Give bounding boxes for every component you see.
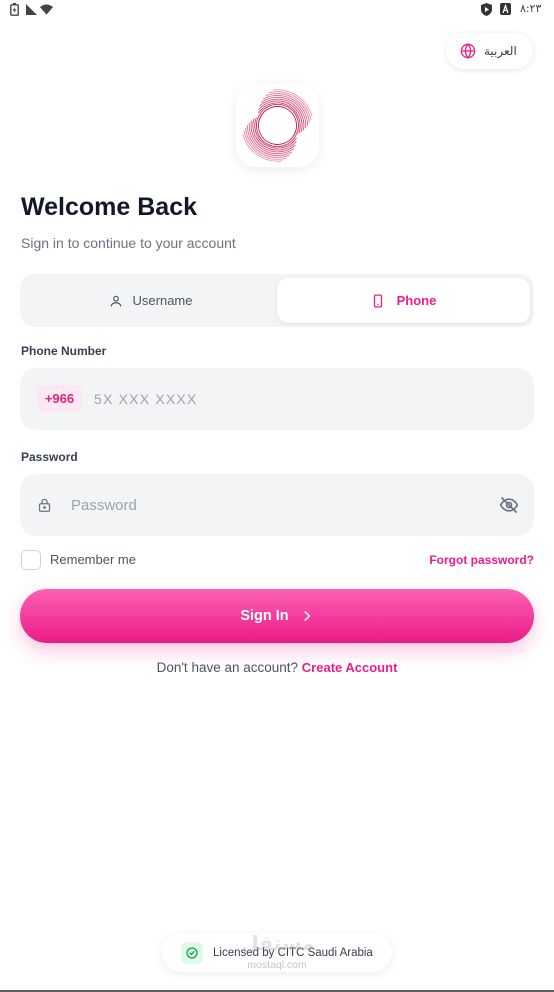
smartphone-icon: [371, 294, 385, 308]
tab-phone[interactable]: Phone: [277, 278, 530, 323]
signup-prompt: Don't have an account? Create Account: [0, 659, 554, 677]
app-logo: [236, 84, 319, 167]
tab-username[interactable]: Username: [24, 278, 277, 323]
forgot-password-link[interactable]: Forgot password?: [429, 552, 534, 568]
password-label: Password: [21, 450, 78, 464]
create-account-link[interactable]: Create Account: [302, 660, 398, 675]
login-method-tabs: Username Phone: [20, 274, 534, 327]
tab-username-label: Username: [132, 293, 193, 308]
logo-swirl-stroke: [252, 118, 297, 151]
password-field: [20, 474, 534, 536]
page-title: Welcome Back: [21, 193, 198, 221]
logo-swirl-stroke: [259, 106, 297, 136]
sign-in-label: Sign In: [240, 608, 289, 624]
swirl-logo-icon: [242, 89, 313, 162]
status-bar: ٨:٢٣: [0, 0, 554, 20]
license-badge: Licensed by CITC Saudi Arabia: [162, 933, 392, 972]
status-time: ٨:٢٣: [520, 2, 542, 15]
signal-icon: [25, 4, 38, 15]
password-input[interactable]: [71, 474, 491, 536]
badge-check-icon: [181, 941, 203, 964]
language-label: العربية: [484, 44, 517, 58]
chevron-right-icon: [300, 609, 314, 623]
country-code-badge[interactable]: +966: [37, 385, 82, 412]
sign-in-button[interactable]: Sign In: [20, 589, 534, 643]
language-toggle-button[interactable]: العربية: [446, 33, 533, 69]
license-text: Licensed by CITC Saudi Arabia: [213, 946, 373, 959]
phone-number-input[interactable]: [94, 368, 514, 430]
globe-icon: [460, 43, 476, 59]
logo-swirl-stroke: [258, 115, 296, 145]
eye-off-icon[interactable]: [499, 495, 519, 515]
play-protect-icon: [481, 3, 492, 16]
remember-me-checkbox[interactable]: [21, 550, 41, 570]
lock-icon: [37, 497, 52, 513]
tab-phone-label: Phone: [396, 293, 437, 308]
autofill-icon: [500, 3, 511, 15]
phone-number-field: +966: [20, 368, 534, 430]
phone-number-label: Phone Number: [21, 344, 107, 358]
user-icon: [109, 294, 123, 308]
page-subtitle: Sign in to continue to your account: [21, 235, 236, 251]
logo-swirl-stroke: [258, 100, 303, 133]
remember-me-label[interactable]: Remember me: [50, 552, 136, 568]
signup-prompt-text: Don't have an account?: [156, 660, 299, 675]
wifi-icon: [40, 4, 53, 15]
battery-charging-icon: [10, 3, 19, 16]
